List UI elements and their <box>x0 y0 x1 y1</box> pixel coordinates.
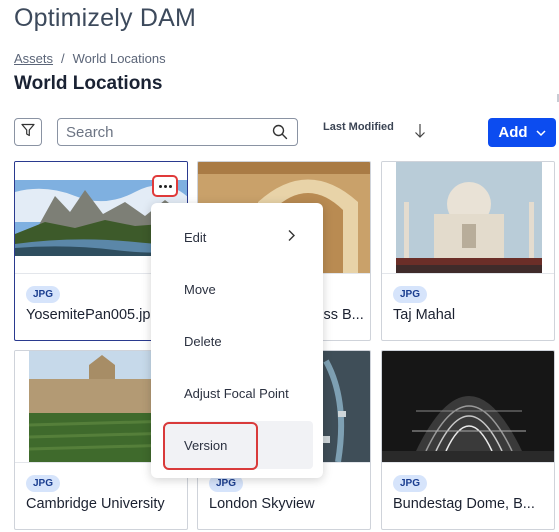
asset-name: Taj Mahal <box>393 307 456 323</box>
sort-direction-icon[interactable] <box>412 122 428 140</box>
breadcrumb-current: World Locations <box>72 51 166 66</box>
page-title: World Locations <box>14 73 163 94</box>
breadcrumb-separator: / <box>61 51 65 66</box>
menu-item-edit[interactable]: Edit <box>165 213 313 261</box>
breadcrumb-assets-link[interactable]: Assets <box>14 51 53 66</box>
more-horizontal-icon <box>158 184 172 188</box>
file-type-badge: JPG <box>26 286 61 303</box>
add-button[interactable]: Add <box>488 118 556 147</box>
search-field[interactable] <box>57 118 298 146</box>
asset-name: YosemitePan005.jpg <box>26 307 159 323</box>
add-button-label: Add <box>498 124 528 141</box>
app-title: Optimizely DAM <box>14 4 196 32</box>
filter-icon <box>21 123 35 142</box>
breadcrumb: Assets / World Locations <box>14 51 166 66</box>
version-highlight-outline <box>163 422 258 470</box>
chevron-right-icon <box>287 230 295 245</box>
menu-item-delete[interactable]: Delete <box>165 317 313 365</box>
menu-item-label: Adjust Focal Point <box>184 385 289 401</box>
asset-name: Bundestag Dome, B... <box>393 496 535 512</box>
menu-item-label: Edit <box>184 229 207 245</box>
asset-thumbnail <box>382 162 554 273</box>
asset-thumbnail <box>382 351 554 462</box>
card-divider <box>382 462 554 463</box>
menu-item-label: Delete <box>184 333 222 349</box>
search-icon[interactable] <box>271 123 289 141</box>
filter-button[interactable] <box>14 118 42 146</box>
card-divider <box>382 273 554 274</box>
menu-item-adjust-focal-point[interactable]: Adjust Focal Point <box>165 369 313 417</box>
menu-item-label: Move <box>184 281 216 297</box>
asset-name: Cambridge University <box>26 496 165 512</box>
chevron-down-icon <box>536 124 546 141</box>
file-type-badge: JPG <box>393 286 428 303</box>
search-input[interactable] <box>66 123 271 141</box>
file-type-badge: JPG <box>393 475 428 492</box>
asset-card[interactable]: JPG Bundestag Dome, B... <box>381 350 555 530</box>
menu-item-move[interactable]: Move <box>165 265 313 313</box>
asset-card[interactable]: JPG Taj Mahal <box>381 161 555 341</box>
asset-name: London Skyview <box>209 496 315 512</box>
file-type-badge: JPG <box>26 475 61 492</box>
more-actions-button[interactable] <box>152 175 178 197</box>
sort-label[interactable]: Last Modified <box>323 121 394 133</box>
